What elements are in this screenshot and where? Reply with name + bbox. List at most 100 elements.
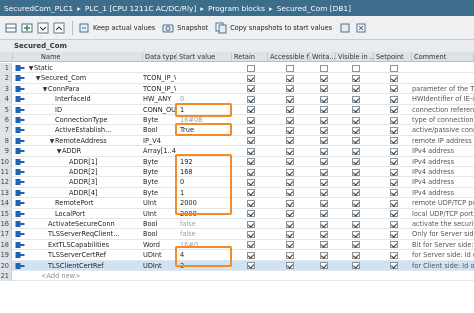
data-type-cell[interactable]: Bool	[143, 229, 176, 239]
insert-row-icon[interactable]	[4, 21, 17, 34]
copy-snapshots-icon[interactable]	[214, 21, 227, 34]
attribute-checkbox[interactable]	[286, 230, 294, 238]
attribute-checkbox[interactable]	[247, 116, 255, 124]
table-row[interactable]: 8 ▼RemoteAddressIP_V4 remote IP address (I…	[0, 135, 474, 147]
member-name[interactable]: ADDR[4]	[28, 188, 143, 198]
attribute-checkbox[interactable]	[286, 106, 294, 114]
comment-cell[interactable]	[412, 271, 474, 281]
attribute-checkbox[interactable]	[286, 262, 294, 270]
row-number[interactable]: 7	[0, 125, 12, 136]
attribute-checkbox[interactable]	[247, 126, 255, 134]
snapshot-icon[interactable]	[161, 21, 174, 34]
table-row[interactable]: 12 ADDR[3] Byte 0 IPv4 address	[0, 177, 474, 188]
attribute-checkbox[interactable]	[390, 147, 398, 155]
attribute-checkbox[interactable]	[352, 116, 360, 124]
row-number[interactable]: 4	[0, 94, 12, 105]
member-name[interactable]: TLSServerReqClient...	[28, 229, 143, 239]
table-row[interactable]: 4 InterfaceId HW_ANY0 HWIdentifier of IE-in…	[0, 94, 474, 105]
start-value-cell[interactable]	[177, 84, 231, 94]
start-value-cell[interactable]: 16#0B	[177, 115, 231, 125]
attribute-checkbox[interactable]	[352, 262, 360, 270]
attribute-checkbox[interactable]	[320, 137, 328, 145]
table-row[interactable]: 17 TLSServerReqClient... Bool false Only for…	[0, 229, 474, 240]
start-value-cell[interactable]: 3	[177, 261, 231, 271]
table-row[interactable]: 10 ADDR[1] Byte 192 IPv4 address	[0, 156, 474, 167]
header-data-type[interactable]: Data type	[143, 52, 177, 62]
member-name[interactable]: ▼Static	[28, 63, 143, 73]
row-number[interactable]: 12	[0, 177, 12, 188]
breadcrumb-2[interactable]: Program blocks	[208, 4, 265, 13]
attribute-checkbox[interactable]	[390, 251, 398, 259]
comment-cell[interactable]: parameter of the TCP/	[412, 84, 474, 94]
attribute-checkbox[interactable]	[286, 85, 294, 93]
table-row[interactable]: 18 ExtTLSCapabilities Word 16#0 Bit for Serv…	[0, 239, 474, 251]
data-type-cell[interactable]: UInt	[143, 209, 176, 219]
comment-cell[interactable]: for Client side: Id of	[412, 261, 474, 271]
data-type-cell[interactable]: Byte	[143, 177, 176, 187]
table-row[interactable]: 3 ▼ConnParaTCON_IP_V4 parameter of the TCP…	[0, 83, 474, 95]
comment-cell[interactable]	[412, 73, 474, 83]
attribute-checkbox[interactable]	[352, 189, 360, 197]
attribute-checkbox[interactable]	[247, 137, 255, 145]
row-number[interactable]: 16	[0, 219, 12, 229]
attribute-checkbox[interactable]	[352, 137, 360, 145]
comment-cell[interactable]: IPv4 address	[412, 146, 474, 156]
member-name[interactable]: ConnectionType	[28, 115, 143, 125]
member-name[interactable]: ▼ConnPara	[28, 84, 143, 94]
member-name[interactable]: ▼ADDR	[28, 146, 143, 156]
attribute-checkbox[interactable]	[286, 189, 294, 197]
attribute-checkbox[interactable]	[247, 74, 255, 82]
attribute-checkbox[interactable]	[352, 126, 360, 134]
data-type-cell[interactable]: CONN_OUC	[143, 105, 176, 115]
row-number[interactable]: 3	[0, 83, 12, 94]
comment-cell[interactable]: remote UDP/TCP port	[412, 198, 474, 208]
row-number[interactable]: 6	[0, 115, 12, 125]
attribute-checkbox[interactable]	[320, 241, 328, 249]
attribute-checkbox[interactable]	[320, 199, 328, 207]
toolbar-extra-icon-1[interactable]	[338, 21, 351, 34]
comment-cell[interactable]: IPv4 address	[412, 188, 474, 198]
start-value-cell[interactable]: 4	[177, 250, 231, 260]
collapse-all-icon[interactable]	[52, 21, 65, 34]
table-row[interactable]: 20 TLSClientCertRef UDInt 3 for Client side:…	[0, 260, 474, 271]
attribute-checkbox[interactable]	[352, 210, 360, 218]
row-number[interactable]: 20	[0, 260, 12, 271]
attribute-checkbox[interactable]	[352, 74, 360, 82]
member-name[interactable]: ▼Secured_Com	[28, 73, 143, 83]
attribute-checkbox[interactable]	[390, 178, 398, 186]
attribute-checkbox[interactable]	[390, 158, 398, 166]
row-number[interactable]: 17	[0, 229, 12, 240]
header-setpoint[interactable]: Setpoint	[374, 52, 412, 62]
data-type-cell[interactable]: HW_ANY	[143, 94, 176, 104]
row-number[interactable]: 1	[0, 63, 12, 73]
member-name[interactable]: TLSServerCertRef	[28, 250, 143, 260]
attribute-checkbox[interactable]	[390, 137, 398, 145]
header-name[interactable]: Name	[13, 52, 143, 62]
table-row[interactable]: 13 ADDR[4] Byte 1 IPv4 address	[0, 187, 474, 199]
row-number[interactable]: 18	[0, 239, 12, 250]
start-value-cell[interactable]: 168	[177, 167, 231, 177]
comment-cell[interactable]: HWIdentifier of IE-inte	[412, 94, 474, 104]
data-type-cell[interactable]: Bool	[143, 125, 176, 135]
table-row[interactable]: 16 ActivateSecureConn Bool false activate th…	[0, 219, 474, 230]
start-value-cell[interactable]	[177, 63, 231, 73]
attribute-checkbox[interactable]	[320, 178, 328, 186]
start-value-cell[interactable]	[177, 271, 231, 281]
attribute-checkbox[interactable]	[390, 95, 398, 103]
attribute-checkbox[interactable]	[286, 178, 294, 186]
attribute-checkbox[interactable]	[247, 85, 255, 93]
snapshot-button[interactable]: Snapshot	[177, 24, 208, 32]
attribute-checkbox[interactable]	[320, 189, 328, 197]
attribute-checkbox[interactable]	[247, 147, 255, 155]
attribute-checkbox[interactable]	[286, 137, 294, 145]
attribute-checkbox[interactable]	[352, 251, 360, 259]
data-type-cell[interactable]: UDInt	[143, 250, 176, 260]
attribute-checkbox[interactable]	[352, 178, 360, 186]
expand-all-icon[interactable]	[36, 21, 49, 34]
attribute-checkbox[interactable]	[286, 210, 294, 218]
attribute-checkbox[interactable]	[320, 230, 328, 238]
start-value-cell[interactable]: 16#0	[177, 240, 231, 250]
start-value-cell[interactable]	[177, 73, 231, 83]
attribute-checkbox[interactable]	[286, 147, 294, 155]
data-type-cell[interactable]: TCON_IP_V4	[143, 84, 176, 94]
